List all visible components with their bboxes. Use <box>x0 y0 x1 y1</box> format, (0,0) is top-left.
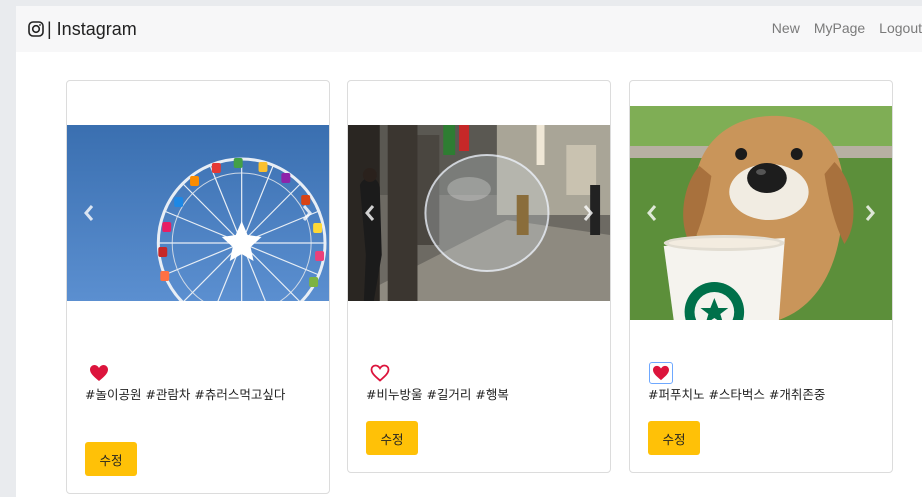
post-card: #비누방울 #길거리 #행복 수정 <box>347 80 611 473</box>
chevron-left-icon <box>647 205 657 221</box>
post-tags: #놀이공원 #관람차 #츄러스먹고싶다 <box>85 387 286 402</box>
instagram-icon <box>28 21 44 37</box>
heart-icon <box>90 365 108 381</box>
soap-bubble-photo <box>348 125 610 301</box>
like-button[interactable] <box>87 362 111 384</box>
brand-link[interactable]: | Instagram <box>28 18 137 40</box>
chevron-left-icon <box>84 205 94 221</box>
like-button[interactable] <box>649 362 673 384</box>
post-card: #놀이공원 #관람차 #츄러스먹고싶다 수정 <box>66 80 330 494</box>
navbar: | Instagram New MyPage Logout <box>16 6 922 52</box>
edit-button[interactable]: 수정 <box>85 442 137 476</box>
chevron-right-icon <box>302 205 312 221</box>
post-tags: #퍼푸치노 #스타벅스 #개취존중 <box>648 387 826 402</box>
image-carousel[interactable] <box>630 106 892 320</box>
carousel-next-button[interactable] <box>860 199 880 227</box>
brand-text: | Instagram <box>47 18 137 39</box>
carousel-prev-button[interactable] <box>360 199 380 227</box>
image-carousel[interactable] <box>348 125 610 301</box>
edit-button[interactable]: 수정 <box>366 421 418 455</box>
carousel-prev-button[interactable] <box>79 199 99 227</box>
edit-button[interactable]: 수정 <box>648 421 700 455</box>
post-tags: #비누방울 #길거리 #행복 <box>366 387 509 402</box>
post-card: #퍼푸치노 #스타벅스 #개취존중 수정 <box>629 80 893 473</box>
heart-icon <box>370 364 390 382</box>
carousel-next-button[interactable] <box>297 199 317 227</box>
image-carousel[interactable] <box>67 125 329 301</box>
carousel-next-button[interactable] <box>578 199 598 227</box>
chevron-left-icon <box>365 205 375 221</box>
chevron-right-icon <box>865 205 875 221</box>
like-button[interactable] <box>368 362 392 384</box>
heart-icon <box>653 365 669 381</box>
nav-new-link[interactable]: New <box>772 20 800 36</box>
nav-logout-link[interactable]: Logout <box>879 20 922 36</box>
chevron-right-icon <box>583 205 593 221</box>
puppy-frappuccino-photo <box>630 106 892 320</box>
nav-links: New MyPage Logout <box>758 20 922 36</box>
ferris-wheel-photo <box>67 125 329 301</box>
carousel-prev-button[interactable] <box>642 199 662 227</box>
nav-mypage-link[interactable]: MyPage <box>814 20 865 36</box>
